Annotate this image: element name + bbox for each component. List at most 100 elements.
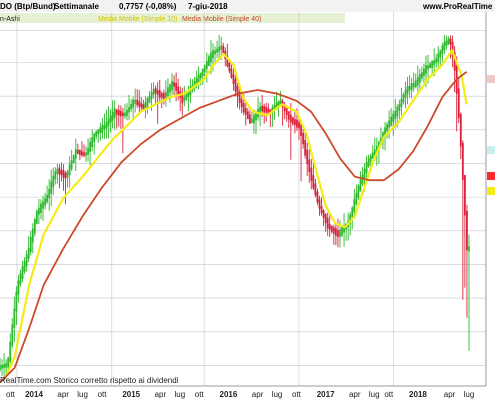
candle-body — [466, 210, 468, 251]
candle-body — [427, 65, 429, 70]
candle-body — [132, 99, 135, 108]
candle-body — [322, 210, 325, 218]
candle-body — [222, 45, 225, 53]
candle-body — [242, 102, 245, 113]
quote-date: 7-giu-2018 — [188, 2, 228, 11]
candle-body — [115, 109, 118, 115]
candle-body — [251, 118, 253, 123]
legend-ma40: Media Mobile (Simple 40) — [182, 16, 261, 23]
candle-body — [314, 183, 317, 196]
candle-body — [406, 86, 409, 95]
instrument-name: DO (Btp/Bund) — [0, 2, 56, 11]
candle-body — [128, 107, 130, 113]
candle-body — [330, 225, 333, 232]
grid — [0, 12, 486, 386]
candle-body — [48, 188, 51, 199]
x-tick-label-14: lug — [369, 390, 380, 399]
candle-body — [408, 86, 411, 91]
candle-body — [38, 207, 40, 215]
candle-body — [203, 65, 206, 72]
x-tick-label-17: apr — [444, 390, 456, 399]
candle-body — [60, 169, 63, 176]
candle-body — [298, 121, 300, 129]
price-axis-markers — [487, 75, 495, 195]
candle-body — [326, 217, 329, 229]
candle-body — [19, 273, 22, 285]
candle-body — [136, 99, 139, 106]
x-tick-label-edge-0: ott — [6, 390, 16, 399]
candle-body — [52, 175, 55, 188]
candle-body — [416, 77, 419, 86]
candle-body — [439, 50, 442, 58]
candle-body — [320, 205, 323, 214]
candle-body — [74, 149, 77, 159]
candle-body — [140, 103, 143, 108]
candle-body — [72, 155, 75, 163]
ma40-line — [0, 71, 468, 384]
x-tick-label-7: ott — [195, 390, 205, 399]
candle-body — [367, 158, 370, 167]
candle-body — [171, 80, 173, 91]
candle-body — [334, 228, 337, 236]
candle-body — [296, 119, 298, 128]
candle-body — [404, 89, 407, 98]
candle-body — [130, 104, 132, 110]
candle-body — [437, 53, 440, 62]
x-tick-label-16: 2018 — [409, 390, 427, 399]
x-tick-label-18: lug — [464, 390, 475, 399]
x-tick-label-0: 2014 — [25, 390, 43, 399]
candle-body — [357, 185, 360, 198]
candle-body — [328, 224, 331, 230]
candle-body — [443, 41, 446, 51]
candle-body — [23, 261, 26, 272]
x-tick-label-4: 2015 — [122, 390, 140, 399]
candle-body — [304, 139, 307, 156]
x-tick-label-11: ott — [292, 390, 302, 399]
candle-body — [85, 152, 87, 156]
candle-body — [13, 308, 16, 328]
candle-body — [386, 124, 388, 132]
chart-window: DO (Btp/Bund) Settimanale 0,7757 (-0,08%… — [0, 0, 495, 400]
ma10-line — [3, 49, 468, 380]
candle-body — [3, 364, 5, 368]
candle-body — [162, 92, 165, 100]
candle-body — [359, 179, 362, 192]
candle-body — [312, 175, 315, 189]
candle-body — [463, 175, 466, 216]
candle-body — [25, 254, 28, 267]
candle-body — [177, 86, 180, 95]
candle-body — [212, 50, 214, 59]
candle-body — [449, 38, 452, 45]
x-tick-label-13: apr — [349, 390, 361, 399]
candle-body — [410, 83, 413, 91]
candle-body — [220, 45, 223, 50]
candle-body — [429, 63, 431, 69]
candle-body — [287, 111, 290, 120]
candle-body — [355, 192, 358, 205]
candle-body — [97, 129, 100, 135]
candle-body — [412, 82, 415, 88]
candle-body — [207, 56, 210, 67]
candle-body — [76, 149, 79, 154]
candle-body — [87, 147, 89, 155]
candle-body — [11, 324, 14, 346]
candle-body — [183, 97, 186, 102]
candle-body — [50, 181, 53, 194]
candle-body — [308, 159, 311, 173]
candle-body — [46, 195, 49, 203]
candle-body — [214, 50, 216, 55]
candle-body — [205, 61, 208, 69]
candle-body — [27, 247, 30, 259]
candle-body — [418, 74, 421, 83]
candle-body — [306, 149, 309, 165]
site-label: www.ProRealTime — [422, 2, 493, 11]
candle-body — [253, 114, 255, 124]
candle-body — [394, 110, 397, 119]
candle-body — [289, 114, 292, 123]
candle-body — [95, 131, 98, 137]
candle-body — [261, 105, 264, 112]
candle-body — [420, 72, 423, 79]
candle-body — [248, 114, 251, 124]
candle-body — [81, 151, 83, 156]
candle-body — [70, 160, 73, 169]
